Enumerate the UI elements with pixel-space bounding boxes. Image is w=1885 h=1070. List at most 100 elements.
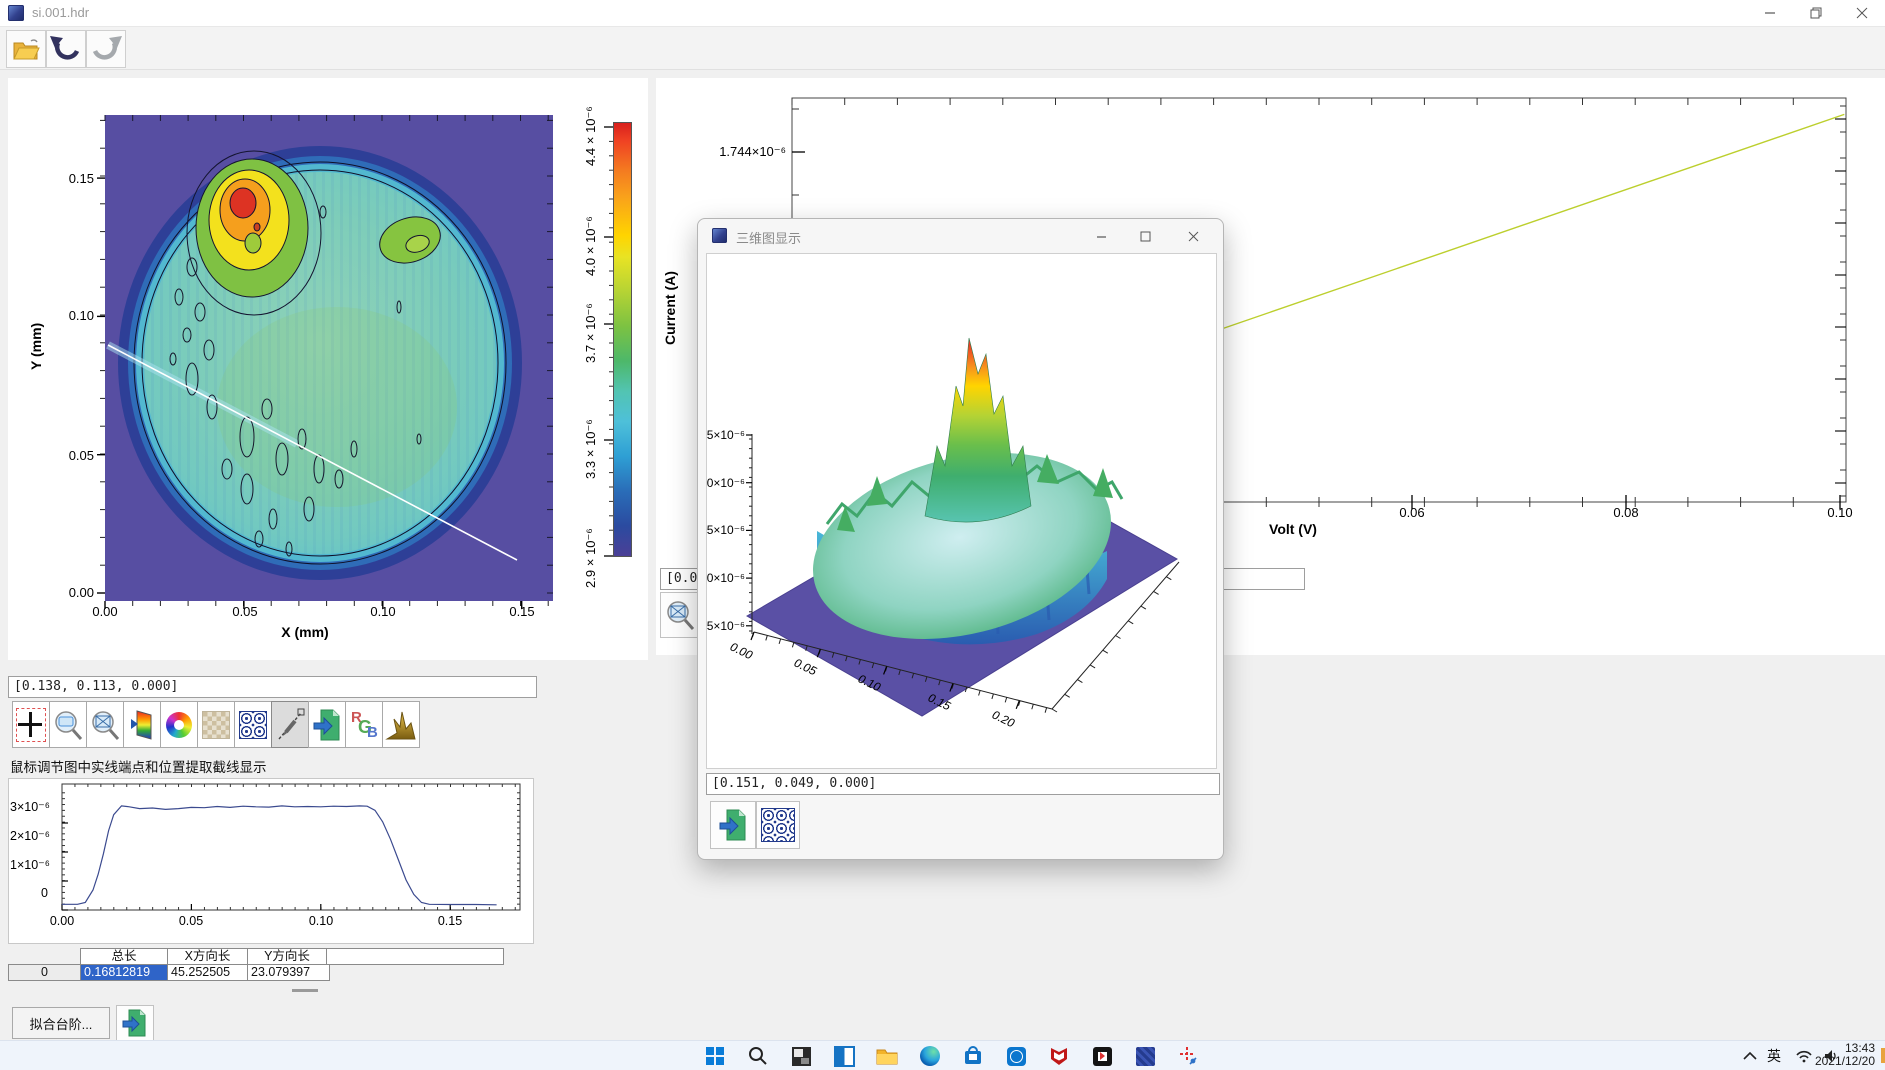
profile-ytick-1: 2×10⁻⁶ [10, 828, 48, 843]
tray-chevron-up-icon[interactable] [1738, 1044, 1762, 1068]
surface-export-button[interactable] [710, 801, 756, 849]
contour-xtick-2: 0.10 [363, 604, 403, 619]
mosaic-icon [202, 711, 230, 739]
iv-xlabel: Volt (V) [1248, 521, 1338, 537]
export-profile-button[interactable] [116, 1005, 154, 1041]
undo-button[interactable] [46, 30, 86, 68]
taskbar-file-explorer-icon[interactable] [875, 1044, 899, 1068]
tool-zoom-reset[interactable] [86, 701, 124, 748]
tray-clock[interactable]: 13:43 2021/12/20 [1815, 1042, 1875, 1068]
tool-rgb[interactable]: R G B [345, 701, 383, 748]
tool-colormap[interactable] [123, 701, 161, 748]
taskbar-remote-app-icon[interactable] [1133, 1044, 1157, 1068]
taskbar-measure-app-icon[interactable] [1176, 1044, 1200, 1068]
profile-ytick-3: 0 [10, 886, 48, 900]
zoom-reset-icon [664, 597, 696, 633]
minimize-button[interactable] [1747, 0, 1793, 26]
colorbar [613, 122, 632, 557]
tool-ornament[interactable] [234, 701, 272, 748]
tray-ime-indicator[interactable]: 英 [1762, 1044, 1786, 1068]
export-icon [312, 707, 342, 743]
table-cell-ylen[interactable]: 23.079397 [247, 964, 330, 981]
tool-color-wheel[interactable] [160, 701, 198, 748]
profile-ytick-2: 1×10⁻⁶ [10, 857, 48, 872]
taskbar-start-icon[interactable] [703, 1044, 727, 1068]
iv-ylabel: Current (A) [662, 235, 678, 345]
zoom-select-icon [52, 707, 84, 743]
profile-xtick-2: 0.10 [301, 914, 341, 928]
open-folder-icon [11, 36, 41, 62]
surface-3d-canvas[interactable]: .5×10⁻⁶ .0×10⁻⁶ .5×10⁻⁶ .0×10⁻⁶ .5×10⁻⁶ … [706, 253, 1217, 769]
taskbar-dell-icon[interactable] [1004, 1044, 1028, 1068]
close-icon [1856, 7, 1868, 19]
taskbar-media-app-icon[interactable] [1090, 1044, 1114, 1068]
tool-crosshair[interactable] [12, 701, 50, 748]
fit-step-button[interactable]: 拟合台阶... [12, 1007, 110, 1039]
surface-3d-plot [707, 254, 1216, 768]
table-header-ylen: Y方向长 [247, 948, 327, 965]
table-header-empty [326, 948, 504, 965]
restore-button[interactable] [1793, 0, 1839, 26]
iv-tool-zoom-reset[interactable] [660, 592, 700, 638]
undo-icon [48, 33, 84, 65]
profile-xtick-3: 0.15 [430, 914, 470, 928]
iv-xtick-1: 0.08 [1601, 505, 1651, 520]
surface-window-titlebar[interactable]: 三维图显示 [698, 219, 1223, 253]
table-row-header[interactable]: 0 [8, 964, 81, 981]
taskbar-edge-icon[interactable] [918, 1044, 942, 1068]
mouse-hint-text: 鼠标调节图中实线端点和位置提取截线显示 [10, 756, 267, 776]
close-button[interactable] [1839, 0, 1885, 26]
table-cell-xlen[interactable]: 45.252505 [167, 964, 251, 981]
colormap-icon [127, 707, 157, 743]
minimize-icon [1096, 231, 1107, 242]
zoom-reset-icon [89, 707, 121, 743]
rgb-icon: R G B [350, 709, 378, 741]
export-icon [122, 1008, 148, 1038]
taskbar-mcafee-icon[interactable] [1047, 1044, 1071, 1068]
taskbar-search-icon[interactable] [746, 1044, 770, 1068]
tray-date: 2021/12/20 [1815, 1055, 1875, 1068]
tool-zoom-select[interactable] [49, 701, 87, 748]
table-resize-handle[interactable] [292, 989, 318, 992]
surface-3d-icon [385, 707, 417, 743]
maximize-button[interactable] [1128, 225, 1162, 247]
surface-window: 三维图显示 [697, 218, 1224, 860]
contour-xtick-3: 0.15 [502, 604, 542, 619]
contour-ytick-3: 0.00 [60, 585, 94, 600]
tray-wifi-icon[interactable] [1792, 1044, 1816, 1068]
surface-ztick-0: .5×10⁻⁶ [706, 428, 745, 442]
surface-ztick-4: .5×10⁻⁶ [706, 619, 745, 633]
redo-button[interactable] [86, 30, 126, 68]
open-file-button[interactable] [6, 30, 46, 68]
table-cell-total[interactable]: 0.16812819 [80, 964, 171, 981]
restore-icon [1810, 7, 1822, 19]
taskbar-store-icon[interactable] [961, 1044, 985, 1068]
table-header-xlen: X方向长 [167, 948, 248, 965]
tool-line-measure[interactable] [271, 701, 309, 748]
iv-xtick-0: 0.06 [1387, 505, 1437, 520]
contour-ylabel: Y (mm) [28, 290, 44, 370]
contour-xlabel: X (mm) [255, 624, 355, 640]
iv-ytick: 1.744×10⁻⁶ [694, 144, 786, 160]
tool-mosaic[interactable] [197, 701, 235, 748]
minimize-button[interactable] [1084, 225, 1118, 247]
taskbar: 英 13:43 2021/12/20 [0, 1040, 1885, 1070]
colorbar-tick-4: 2.9×10⁻⁶ [583, 512, 598, 588]
table-header-total: 总长 [80, 948, 168, 965]
taskbar-task-app-icon[interactable] [832, 1044, 856, 1068]
tool-surface-3d[interactable] [382, 701, 420, 748]
surface-status-bar: [0.151, 0.049, 0.000] [706, 773, 1220, 795]
surface-pattern-button[interactable] [756, 801, 800, 849]
export-icon [718, 807, 748, 843]
close-button[interactable] [1176, 225, 1210, 247]
crosshair-icon [16, 708, 46, 742]
colorbar-tick-2: 3.7×10⁻⁶ [583, 287, 598, 363]
contour-ytick-2: 0.05 [60, 448, 94, 463]
ornament-icon [239, 711, 267, 739]
tool-export[interactable] [308, 701, 346, 748]
taskbar-snipping-tool-icon[interactable] [789, 1044, 813, 1068]
profile-xtick-0: 0.00 [42, 914, 82, 928]
profile-xtick-1: 0.05 [171, 914, 211, 928]
contour-plot[interactable] [97, 107, 559, 611]
profile-ytick-0: 3×10⁻⁶ [10, 799, 48, 814]
